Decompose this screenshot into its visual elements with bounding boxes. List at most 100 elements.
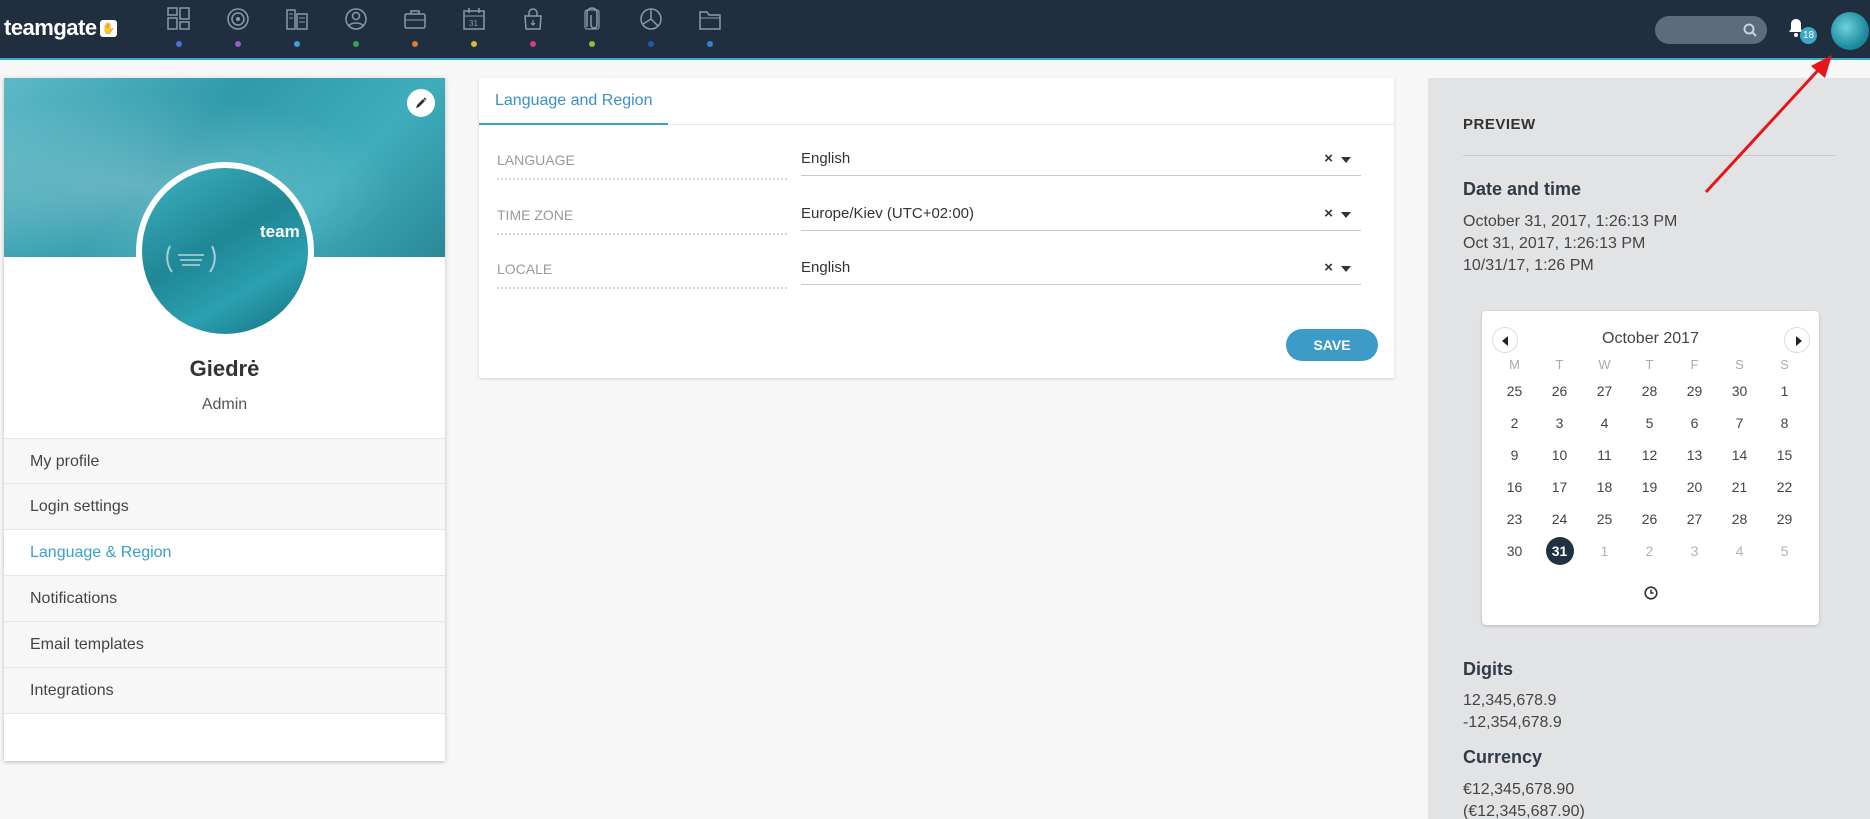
tab-bar: Language and Region bbox=[479, 78, 1394, 125]
calendar-grid: M T W T F S S 25 26 27 28 29 30 1 2 3 4 5 6 7 8 9 10 11 12 13 14 15… bbox=[1492, 355, 1807, 567]
calendar-day[interactable]: 24 bbox=[1537, 503, 1582, 535]
calendar-day[interactable]: 28 bbox=[1627, 375, 1672, 407]
weekday-label: F bbox=[1690, 357, 1699, 372]
language-region-settings-card: Language and Region LANGUAGE English × T… bbox=[479, 78, 1394, 378]
profile-avatar[interactable]: team bbox=[136, 162, 314, 340]
calendar-day[interactable]: 4 bbox=[1717, 535, 1762, 567]
nav-item-deals[interactable] bbox=[386, 0, 445, 58]
teamgate-logo[interactable]: teamgate ✋ bbox=[4, 15, 117, 41]
language-select[interactable]: English × bbox=[801, 146, 1361, 176]
nav-item-shopping-bag[interactable] bbox=[504, 0, 563, 58]
calendar-day[interactable]: 11 bbox=[1582, 439, 1627, 471]
calendar-day[interactable]: 7 bbox=[1717, 407, 1762, 439]
calendar-week-row: 2345678 bbox=[1492, 407, 1807, 439]
calendar-day[interactable]: 27 bbox=[1672, 503, 1717, 535]
user-avatar-menu[interactable] bbox=[1831, 12, 1869, 50]
clear-time-zone-icon[interactable]: × bbox=[1324, 201, 1333, 227]
menu-item-email-templates[interactable]: Email templates bbox=[4, 622, 445, 668]
nav-indicator-dot bbox=[294, 41, 300, 47]
calendar-day[interactable]: 2 bbox=[1627, 535, 1672, 567]
search-input[interactable] bbox=[1655, 16, 1767, 44]
calendar-day[interactable]: 28 bbox=[1717, 503, 1762, 535]
calendar-day[interactable]: 19 bbox=[1627, 471, 1672, 503]
calendar-day[interactable]: 30 bbox=[1717, 375, 1762, 407]
nav-indicator-dot bbox=[707, 41, 713, 47]
weekday-label: W bbox=[1598, 357, 1611, 372]
menu-item-my-profile[interactable]: My profile bbox=[4, 438, 445, 484]
calendar-day[interactable]: 4 bbox=[1582, 407, 1627, 439]
calendar-day[interactable]: 30 bbox=[1492, 535, 1537, 567]
calendar-day[interactable]: 2 bbox=[1492, 407, 1537, 439]
calendar-day[interactable]: 5 bbox=[1627, 407, 1672, 439]
chevron-down-icon[interactable] bbox=[1341, 266, 1351, 272]
clear-language-icon[interactable]: × bbox=[1324, 146, 1333, 172]
weekday-label: S bbox=[1780, 357, 1789, 372]
nav-item-dashboard[interactable] bbox=[150, 0, 209, 58]
people-icon bbox=[345, 8, 367, 30]
digits-positive: 12,345,678.9 bbox=[1463, 692, 1557, 709]
calendar-day[interactable]: 23 bbox=[1492, 503, 1537, 535]
locale-label: LOCALE bbox=[497, 261, 787, 289]
save-button[interactable]: SAVE bbox=[1286, 329, 1378, 361]
nav-item-companies[interactable] bbox=[268, 0, 327, 58]
calendar-day[interactable]: 3 bbox=[1537, 407, 1582, 439]
calendar-week-row: 9 10 11 12 13 14 15 bbox=[1492, 439, 1807, 471]
divider bbox=[1463, 155, 1835, 156]
menu-item-notifications[interactable]: Notifications bbox=[4, 576, 445, 622]
clear-locale-icon[interactable]: × bbox=[1324, 255, 1333, 281]
menu-item-login-settings[interactable]: Login settings bbox=[4, 484, 445, 530]
calendar-day[interactable]: 6 bbox=[1672, 407, 1717, 439]
calendar-day[interactable]: 25 bbox=[1582, 503, 1627, 535]
weekday-label: T bbox=[1645, 357, 1654, 372]
calendar-day[interactable]: 15 bbox=[1762, 439, 1807, 471]
calendar-day[interactable]: 3 bbox=[1672, 535, 1717, 567]
nav-item-calendar[interactable]: 31 bbox=[445, 0, 504, 58]
calendar-day[interactable]: 27 bbox=[1582, 375, 1627, 407]
calendar-day[interactable]: 5 bbox=[1762, 535, 1807, 567]
locale-select[interactable]: English × bbox=[801, 255, 1361, 285]
calendar-day[interactable]: 29 bbox=[1762, 503, 1807, 535]
nav-item-target[interactable] bbox=[209, 0, 268, 58]
clock-icon[interactable] bbox=[1644, 586, 1658, 600]
nav-item-reports[interactable] bbox=[622, 0, 681, 58]
dashboard-icon bbox=[167, 7, 190, 30]
time-zone-select[interactable]: Europe/Kiev (UTC+02:00) × bbox=[801, 201, 1361, 231]
calendar-weekday-header: MTWTFSS bbox=[1492, 355, 1807, 375]
menu-item-language-region[interactable]: Language & Region bbox=[4, 530, 445, 576]
tab-language-and-region[interactable]: Language and Region bbox=[479, 78, 669, 125]
calendar-month-label[interactable]: October 2017 bbox=[1482, 330, 1819, 348]
notification-count-badge[interactable]: 18 bbox=[1800, 27, 1818, 44]
calendar-day[interactable]: 17 bbox=[1537, 471, 1582, 503]
calendar-day[interactable]: 22 bbox=[1762, 471, 1807, 503]
next-month-button[interactable] bbox=[1784, 327, 1810, 353]
calendar-day[interactable]: 18 bbox=[1582, 471, 1627, 503]
calendar-day[interactable]: 29 bbox=[1672, 375, 1717, 407]
edit-cover-button[interactable] bbox=[407, 89, 435, 117]
nav-item-folder[interactable] bbox=[681, 0, 740, 58]
calendar-day[interactable]: 1 bbox=[1762, 375, 1807, 407]
calendar-day[interactable]: 1 bbox=[1582, 535, 1627, 567]
calendar-day[interactable]: 26 bbox=[1537, 375, 1582, 407]
chevron-down-icon[interactable] bbox=[1341, 212, 1351, 218]
calendar-day[interactable]: 12 bbox=[1627, 439, 1672, 471]
calendar-day[interactable]: 16 bbox=[1492, 471, 1537, 503]
calendar-day[interactable]: 9 bbox=[1492, 439, 1537, 471]
calendar-icon: 31 bbox=[463, 8, 485, 30]
calendar-day[interactable]: 8 bbox=[1762, 407, 1807, 439]
folder-icon bbox=[699, 11, 721, 30]
calendar-day[interactable]: 10 bbox=[1537, 439, 1582, 471]
menu-item-integrations[interactable]: Integrations bbox=[4, 668, 445, 714]
calendar-day[interactable]: 13 bbox=[1672, 439, 1717, 471]
calendar-day[interactable]: 14 bbox=[1717, 439, 1762, 471]
calendar-day[interactable]: 20 bbox=[1672, 471, 1717, 503]
calendar-day-selected[interactable]: 31 bbox=[1537, 535, 1582, 567]
nav-item-attachment[interactable] bbox=[563, 0, 622, 58]
calendar-day[interactable]: 25 bbox=[1492, 375, 1537, 407]
date-time-title: Date and time bbox=[1463, 179, 1582, 199]
calendar-week-row: 16 17 18 19 20 21 22 bbox=[1492, 471, 1807, 503]
calendar-day[interactable]: 26 bbox=[1627, 503, 1672, 535]
locale-value: English bbox=[801, 259, 851, 276]
calendar-day[interactable]: 21 bbox=[1717, 471, 1762, 503]
nav-item-people[interactable] bbox=[327, 0, 386, 58]
chevron-down-icon[interactable] bbox=[1341, 157, 1351, 163]
